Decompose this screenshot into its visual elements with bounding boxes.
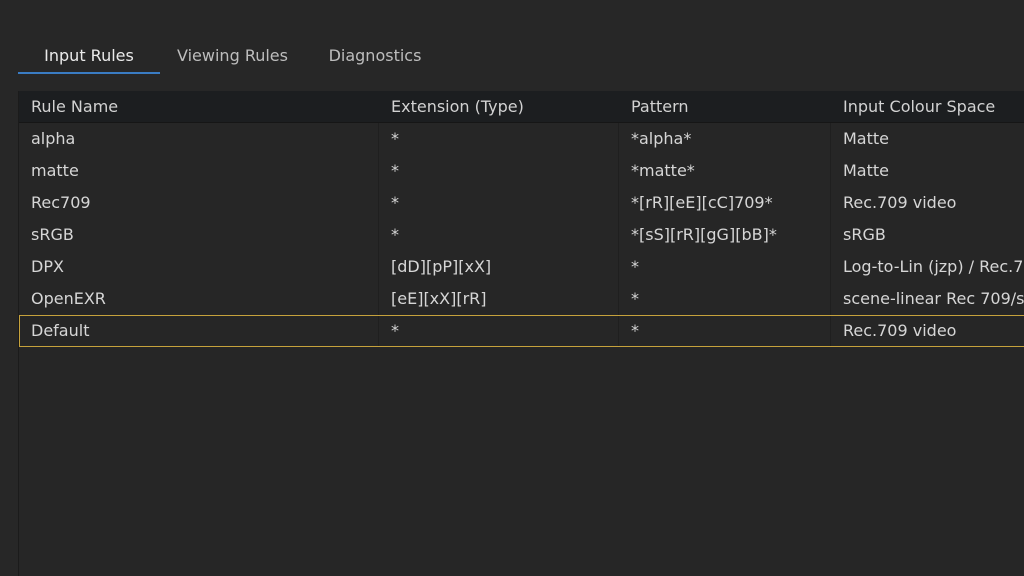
cell-extension: * (379, 123, 619, 155)
table-empty-area (19, 347, 1024, 557)
cell-pattern: *alpha* (619, 123, 831, 155)
cell-rule-name: alpha (19, 123, 379, 155)
cell-rule-name: OpenEXR (19, 283, 379, 315)
table-row[interactable]: sRGB * *[sS][rR][gG][bB]* sRGB (19, 219, 1024, 251)
cell-colour-space: sRGB (843, 225, 886, 244)
cell-colour-space: scene-linear Rec 709/sR (843, 289, 1024, 308)
column-header-extension[interactable]: Extension (Type) (379, 91, 619, 122)
cell-rule-name: Rec709 (19, 187, 379, 219)
cell-extension: * (379, 219, 619, 251)
cell-extension: [eE][xX][rR] (379, 283, 619, 315)
table-row[interactable]: alpha * *alpha* Matte (19, 123, 1024, 155)
table-row-selected[interactable]: Default * * Rec.709 video (19, 315, 1024, 347)
cell-colour-space: Rec.709 video (843, 193, 957, 212)
cell-extension: [dD][pP][xX] (379, 251, 619, 283)
tab-viewing-rules[interactable]: Viewing Rules (160, 38, 305, 74)
tab-input-rules[interactable]: Input Rules (18, 38, 160, 74)
cell-colour-space: Log-to-Lin (jzp) / Rec.70 (843, 257, 1024, 276)
cell-extension: * (379, 315, 619, 347)
cell-pattern: * (619, 283, 831, 315)
cell-rule-name: Default (19, 315, 379, 347)
column-header-input-colour-space[interactable]: Input Colour Space (831, 91, 1024, 122)
cell-rule-name: sRGB (19, 219, 379, 251)
column-header-rule-name[interactable]: Rule Name (19, 91, 379, 122)
tab-bar: Input Rules Viewing Rules Diagnostics (18, 38, 445, 74)
cell-pattern: *[rR][eE][cC]709* (619, 187, 831, 219)
cell-rule-name: DPX (19, 251, 379, 283)
table-row[interactable]: OpenEXR [eE][xX][rR] * scene-linear Rec … (19, 283, 1024, 315)
table-row[interactable]: matte * *matte* Matte (19, 155, 1024, 187)
cell-extension: * (379, 155, 619, 187)
column-header-pattern[interactable]: Pattern (619, 91, 831, 122)
cell-colour-space: Matte (843, 161, 889, 180)
color-rules-panel: Input Rules Viewing Rules Diagnostics Ru… (0, 0, 1024, 576)
cell-pattern: * (619, 315, 831, 347)
tab-diagnostics[interactable]: Diagnostics (305, 38, 445, 74)
cell-pattern: *[sS][rR][gG][bB]* (619, 219, 831, 251)
cell-colour-space: Rec.709 video (843, 321, 957, 340)
cell-extension: * (379, 187, 619, 219)
rules-table: Rule Name Extension (Type) Pattern Input… (18, 91, 1024, 576)
cell-rule-name: matte (19, 155, 379, 187)
table-row[interactable]: DPX [dD][pP][xX] * Log-to-Lin (jzp) / Re… (19, 251, 1024, 283)
table-header: Rule Name Extension (Type) Pattern Input… (19, 91, 1024, 123)
cell-pattern: *matte* (619, 155, 831, 187)
table-row[interactable]: Rec709 * *[rR][eE][cC]709* Rec.709 video (19, 187, 1024, 219)
cell-colour-space: Matte (843, 129, 889, 148)
cell-pattern: * (619, 251, 831, 283)
